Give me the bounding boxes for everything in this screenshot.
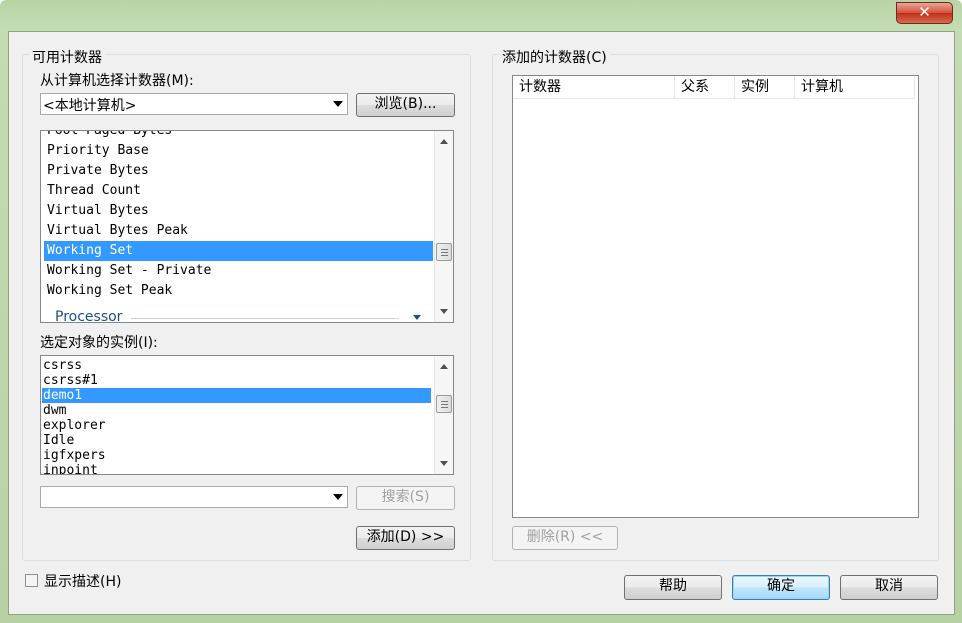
list-item[interactable]: Working Set Peak [47,281,172,301]
added-counters-label: 添加的计数器(C) [499,47,610,67]
chevron-down-icon[interactable] [413,315,421,320]
list-item[interactable]: Virtual Bytes [47,201,149,221]
list-item[interactable]: Thread Count [47,181,141,201]
grip-icon [441,407,448,408]
list-item[interactable]: Working Set - Private [47,261,211,281]
scroll-up-icon[interactable] [440,364,448,369]
remove-button[interactable]: 删除(R) << [512,526,618,550]
column-header-counter[interactable]: 计数器 [513,76,675,98]
counter-list[interactable]: Pool Paged Bytes Priority Base Private Byt… [40,130,454,323]
column-header-parent[interactable]: 父系 [675,76,735,98]
instance-list[interactable]: csrss csrss#1 demo1 dwm explorer Idle igfxpers… [40,355,454,475]
list-item[interactable]: inpoint [43,463,98,474]
ok-button[interactable]: 确定 [732,575,830,600]
list-item[interactable]: explorer [43,418,106,433]
close-button[interactable]: ✕ [896,2,953,24]
add-button[interactable]: 添加(D) >> [356,526,455,550]
added-counters-table[interactable]: 计数器 父系 实例 计算机 [512,75,919,518]
instance-list-scrollbar[interactable] [434,356,453,474]
show-description-label: 显示描述(H) [44,574,122,590]
grip-icon [441,255,448,256]
show-description-checkbox[interactable] [25,574,38,587]
scroll-down-icon[interactable] [440,461,448,466]
grip-icon [441,404,448,405]
browse-button[interactable]: 浏览(B)... [356,93,455,117]
chevron-down-icon [333,101,343,107]
search-combo[interactable] [40,486,348,508]
column-header-instance[interactable]: 实例 [735,76,795,98]
list-item[interactable]: igfxpers [43,448,106,463]
grip-icon [441,401,448,402]
search-button[interactable]: 搜索(S) [356,486,455,510]
list-item[interactable]: csrss [43,358,82,373]
dialog-client: 可用计数器 从计算机选择计数器(M): <本地计算机> 浏览(B)... Poo… [8,31,955,615]
list-item[interactable]: Virtual Bytes Peak [47,221,188,241]
grip-icon [441,252,448,253]
select-computer-label: 从计算机选择计数器(M): [40,73,194,89]
category-label: Processor [55,309,123,323]
scroll-up-icon[interactable] [440,139,448,144]
list-item[interactable]: Pool Paged Bytes [47,131,172,141]
computer-combo-value: <本地计算机> [43,98,137,114]
grip-icon [441,249,448,250]
list-item[interactable]: Idle [43,433,74,448]
category-divider [131,318,399,319]
list-item[interactable]: Priority Base [47,141,149,161]
list-item[interactable]: csrss#1 [43,373,98,388]
list-item[interactable]: Private Bytes [47,161,149,181]
table-header: 计数器 父系 实例 计算机 [513,76,915,99]
computer-combo[interactable]: <本地计算机> [40,93,348,115]
scroll-thumb[interactable] [436,395,452,413]
category-header[interactable]: Processor [55,309,431,323]
chevron-down-icon [333,494,343,500]
list-item[interactable]: dwm [43,403,66,418]
cancel-button[interactable]: 取消 [840,575,938,600]
column-header-computer[interactable]: 计算机 [795,76,915,98]
scroll-thumb[interactable] [436,243,452,261]
list-item[interactable]: demo1 [42,388,431,403]
instances-label: 选定对象的实例(I): [40,335,158,351]
available-counters-label: 可用计数器 [29,47,105,67]
list-item[interactable]: Working Set [44,241,433,261]
close-icon: ✕ [918,3,931,21]
scroll-down-icon[interactable] [440,309,448,314]
help-button[interactable]: 帮助 [624,575,722,600]
counter-list-scrollbar[interactable] [434,131,453,322]
